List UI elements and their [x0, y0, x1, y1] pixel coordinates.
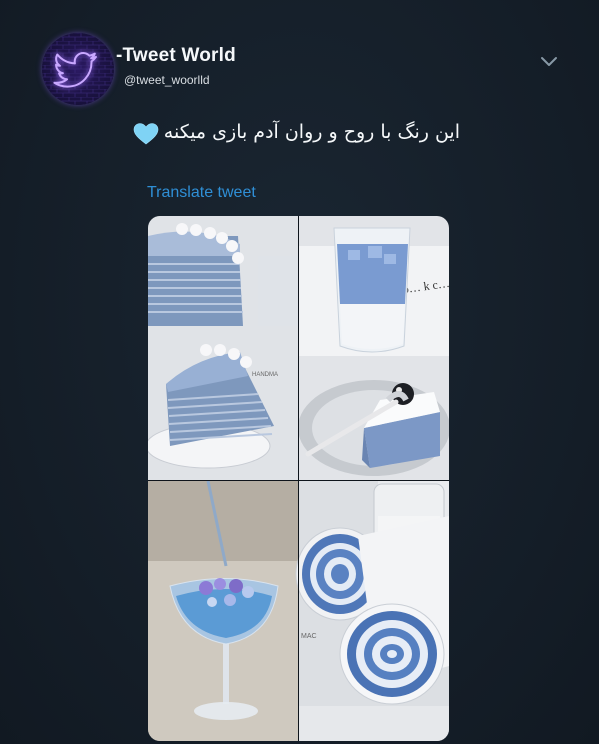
tweet-menu-button[interactable] — [536, 50, 562, 72]
tweet-text: این رنگ با روح و روان آدم بازی میکنه — [163, 121, 460, 143]
plate-text: HANDMA — [252, 372, 278, 378]
author-display-name[interactable]: -Tweet World — [116, 45, 236, 67]
photo-blue-roll-cake[interactable]: MAC — [295, 481, 449, 741]
translate-tweet-link[interactable]: Translate tweet — [147, 184, 256, 202]
author-handle[interactable]: @tweet_woorlld — [124, 73, 210, 87]
plate-text-mac: MAC — [301, 633, 317, 640]
chevron-down-icon — [541, 57, 557, 66]
tweet-media-grid[interactable]: HANDMA co… k c… MAC — [148, 216, 449, 741]
photo-blue-cocktail[interactable] — [148, 480, 298, 741]
tweet-screen: -Tweet World @tweet_woorlld این رنگ با ر… — [0, 0, 599, 744]
twitter-bird-icon — [42, 33, 114, 105]
photo-blue-drink-cheesecake[interactable]: co… k c… — [298, 216, 449, 480]
avatar[interactable] — [42, 33, 114, 105]
photo-crepe-cake[interactable]: HANDMA — [148, 216, 298, 480]
light-blue-heart-icon — [133, 122, 159, 146]
